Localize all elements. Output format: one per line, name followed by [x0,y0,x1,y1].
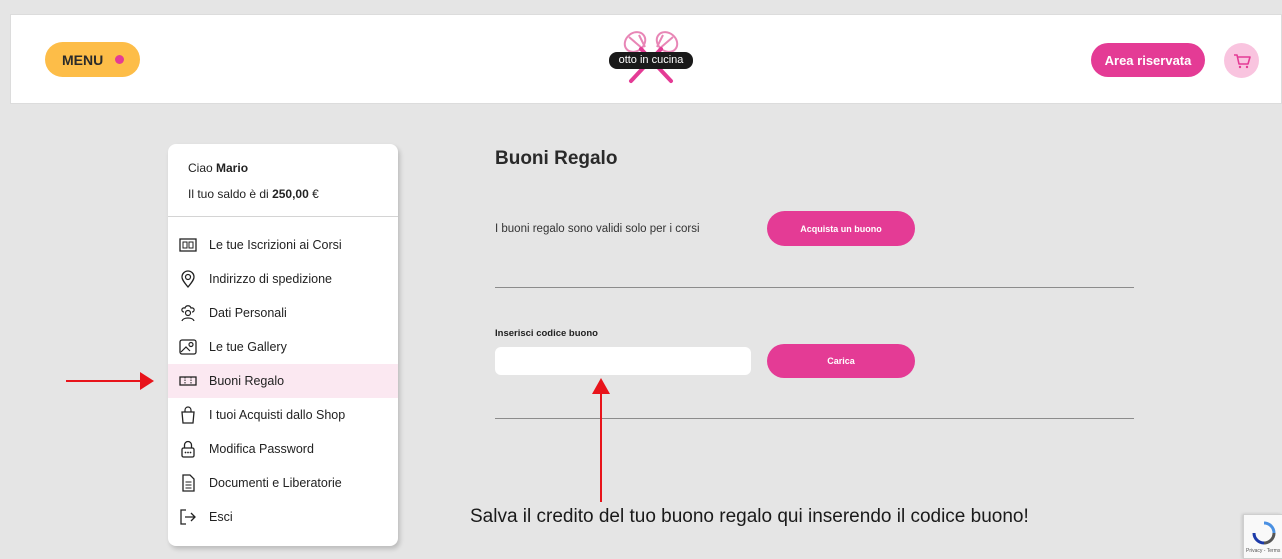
logout-icon [178,507,198,527]
cart-icon [1233,53,1251,68]
menu-label: MENU [62,51,104,68]
sidebar-item-label: Indirizzo di spedizione [209,272,332,286]
voucher-code-input[interactable] [495,347,751,375]
sidebar-item-label: Modifica Password [209,442,314,456]
red-arrow-right-icon [66,372,154,390]
sidebar-item-label: Esci [209,510,233,524]
recaptcha-icon [1252,521,1276,545]
sidebar-item-buoni-regalo[interactable]: Buoni Regalo [168,364,398,398]
sidebar-divider [168,216,398,217]
top-header: MENU otto in cucina Area riservata [10,14,1282,104]
sidebar-item-label: Le tue Iscrizioni ai Corsi [209,238,342,252]
annotation-caption: Salva il credito del tuo buono regalo qu… [470,506,1029,527]
sidebar-item-label: Buoni Regalo [209,374,285,388]
balance-value: 250,00 [272,187,309,201]
location-pin-icon [178,269,198,289]
sidebar-item-esci[interactable]: Esci [168,500,398,534]
load-voucher-button[interactable]: Carica [767,344,915,378]
recaptcha-terms: Privacy - Terms [1246,548,1281,554]
recaptcha-badge[interactable]: Privacy - Terms [1243,514,1282,559]
account-sidebar: Ciao Mario Il tuo saldo è di 250,00 € Le… [168,144,398,546]
chef-icon [178,303,198,323]
page-title: Buoni Regalo [495,148,618,169]
sidebar-item-gallery[interactable]: Le tue Gallery [168,330,398,364]
document-icon [178,473,198,493]
courses-icon [178,235,198,255]
info-text: I buoni regalo sono validi solo per i co… [495,223,700,235]
sidebar-item-dati-personali[interactable]: Dati Personali [168,296,398,330]
cart-button[interactable] [1224,43,1259,78]
lock-icon [178,439,198,459]
menu-button[interactable]: MENU [45,42,140,77]
sidebar-item-label: Documenti e Liberatorie [209,476,342,490]
sidebar-item-acquisti-shop[interactable]: I tuoi Acquisti dallo Shop [168,398,398,432]
sidebar-item-label: I tuoi Acquisti dallo Shop [209,408,346,422]
section-divider [495,287,1134,288]
logo-text: otto in cucina [609,52,693,69]
sidebar-item-label: Le tue Gallery [209,340,287,354]
sidebar-item-iscrizioni[interactable]: Le tue Iscrizioni ai Corsi [168,228,398,262]
shopping-bag-icon [178,405,198,425]
red-arrow-up-icon [592,378,610,502]
menu-dot-icon [115,55,125,64]
code-label: Inserisci codice buono [495,328,598,339]
sidebar-item-indirizzo[interactable]: Indirizzo di spedizione [168,262,398,296]
area-riservata-button[interactable]: Area riservata [1091,43,1205,77]
sidebar-item-label: Dati Personali [209,306,287,320]
sidebar-item-modifica-password[interactable]: Modifica Password [168,432,398,466]
gallery-icon [178,337,198,357]
sidebar-item-documenti[interactable]: Documenti e Liberatorie [168,466,398,500]
greeting: Ciao Mario [188,161,249,175]
logo[interactable]: otto in cucina [609,27,693,89]
balance: Il tuo saldo è di 250,00 € [188,187,319,201]
user-name: Mario [216,161,249,175]
voucher-icon [178,371,198,391]
buy-voucher-button[interactable]: Acquista un buono [767,211,915,246]
